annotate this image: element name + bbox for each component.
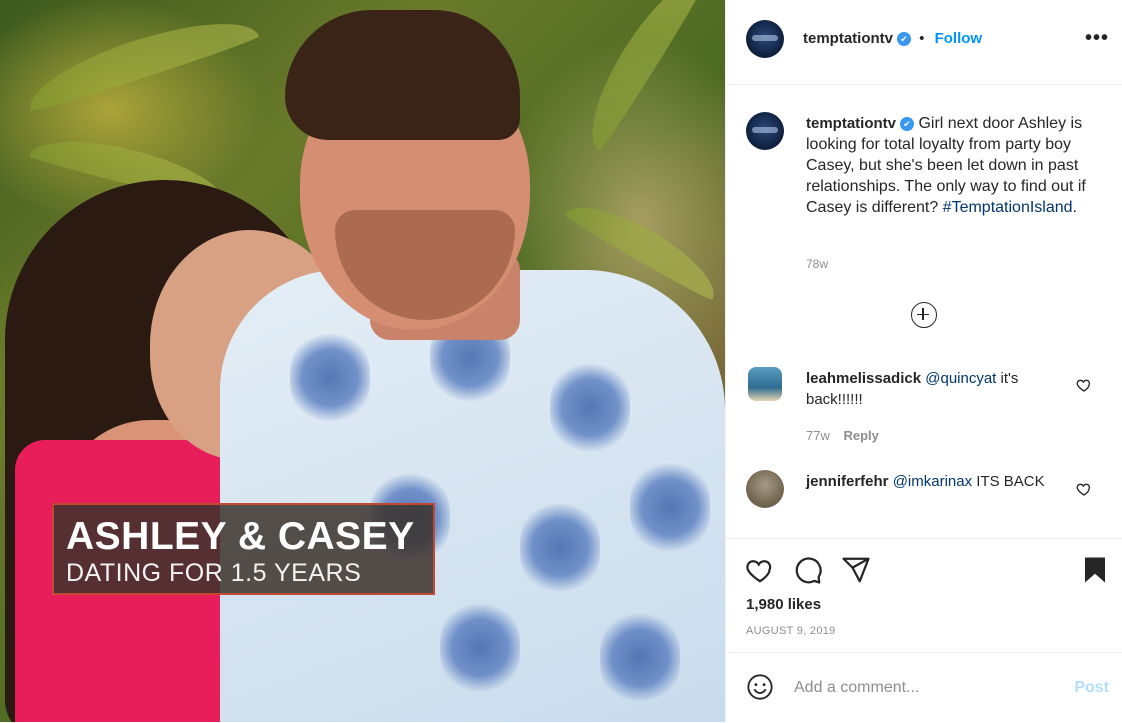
comment-meta: 77w Reply [806,428,879,443]
likes-count[interactable]: 1,980 likes [746,596,821,613]
comment-time[interactable]: 77w [806,428,830,443]
post-side-panel: temptationtv ✔ • Follow ••• temptationtv ✔… [725,0,1122,722]
caption-time[interactable]: 78w [806,257,828,271]
man-hair [285,10,520,140]
overlay-caption-box: ASHLEY & CASEY DATING FOR 1.5 YEARS [52,503,435,595]
caption-suffix: . [1072,199,1077,216]
comment-avatar[interactable] [748,367,782,401]
bookmark-icon[interactable] [1080,555,1110,585]
comment-item: jenniferfehr @imkarinax ITS BACK [806,471,1066,492]
verified-badge-icon: ✔ [897,32,911,46]
post-comment-button[interactable]: Post [1074,679,1109,697]
emoji-icon[interactable] [746,673,774,701]
post-image[interactable]: ASHLEY & CASEY DATING FOR 1.5 YEARS [0,0,725,722]
reply-button[interactable]: Reply [843,428,878,443]
comment-like-heart-icon[interactable] [1076,377,1092,393]
share-icon[interactable] [841,555,871,585]
comment-like-heart-icon[interactable] [1076,481,1092,497]
comment-username[interactable]: jenniferfehr [806,473,889,490]
load-more-comments-icon[interactable] [911,302,937,328]
caption-avatar[interactable] [746,112,784,150]
follow-button[interactable]: Follow [935,30,983,47]
overlay-subtitle: DATING FOR 1.5 YEARS [66,559,362,587]
verified-badge-icon: ✔ [900,117,914,131]
hashtag-link[interactable]: #TemptationIsland [943,199,1073,216]
comment-mention[interactable]: @imkarinax [893,473,972,490]
comment-username[interactable]: leahmelissadick [806,370,921,387]
separator: • [919,30,925,47]
comment-avatar[interactable] [746,470,784,508]
comment-icon[interactable] [793,555,823,585]
comment-item: leahmelissadick @quincyat it's back!!!!!… [806,368,1066,410]
post-header: temptationtv ✔ • Follow ••• [726,0,1122,85]
heart-icon[interactable] [745,555,775,585]
overlay-title: ASHLEY & CASEY [66,515,415,558]
caption-username[interactable]: temptationtv [806,115,896,132]
add-comment-input[interactable] [792,675,1056,701]
post-caption: temptationtv ✔ Girl next door Ashley is l… [806,113,1096,218]
post-date[interactable]: AUGUST 9, 2019 [746,625,836,637]
profile-avatar[interactable] [746,20,784,58]
add-comment-bar: Post [726,652,1122,723]
comment-mention[interactable]: @quincyat [925,370,996,387]
header-user: temptationtv ✔ • Follow [803,30,982,47]
post-actions: 1,980 likes AUGUST 9, 2019 [726,538,1122,652]
comment-text: ITS BACK [976,473,1045,490]
more-horizontal-icon[interactable]: ••• [1085,28,1109,48]
header-username[interactable]: temptationtv [803,30,893,47]
